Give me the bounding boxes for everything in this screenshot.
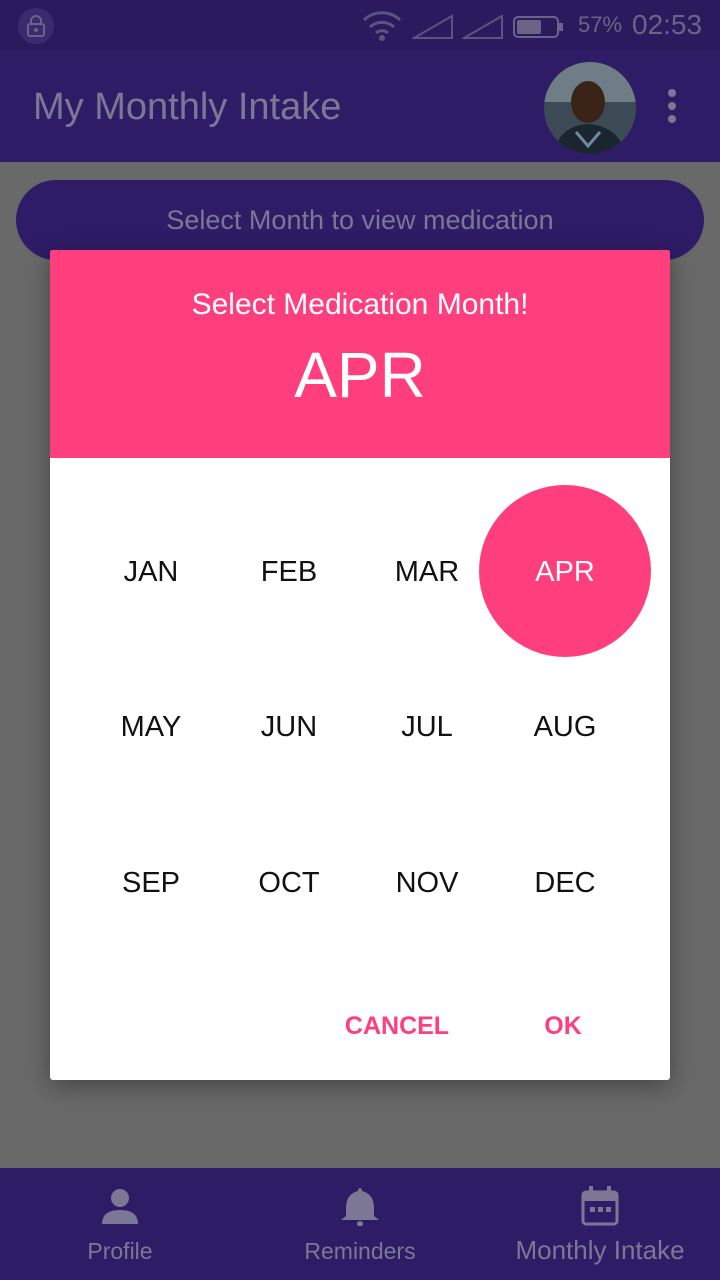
nav-item-monthly-intake[interactable]: Monthly Intake (480, 1168, 720, 1280)
nav-item-profile[interactable]: Profile (0, 1168, 240, 1280)
lock-icon (18, 8, 54, 44)
more-vert-icon[interactable] (664, 88, 680, 129)
ok-button[interactable]: OK (528, 1002, 598, 1050)
month-label: DEC (534, 867, 596, 899)
month-label: OCT (258, 867, 320, 899)
nav-label: Monthly Intake (515, 1235, 685, 1265)
select-month-button[interactable]: Select Month to view medication (16, 180, 704, 260)
nav-item-reminders[interactable]: Reminders (240, 1168, 480, 1280)
month-sep[interactable]: SEP (82, 806, 220, 961)
signal-icon (460, 14, 504, 45)
status-bar: 57% 02:53 (0, 0, 720, 50)
month-apr[interactable]: APR (479, 485, 651, 657)
month-feb[interactable]: FEB (220, 495, 358, 650)
month-oct[interactable]: OCT (220, 806, 358, 961)
month-jul[interactable]: JUL (358, 650, 496, 805)
month-picker-dialog: Select Medication Month! APR JAN FEB MAR… (50, 250, 670, 1080)
month-mar[interactable]: MAR (358, 495, 496, 650)
person-icon (0, 1186, 240, 1226)
month-jun[interactable]: JUN (220, 650, 358, 805)
month-grid: JAN FEB MAR APR MAY JUN JUL AUG SEP OCT … (82, 485, 651, 961)
month-may[interactable]: MAY (82, 650, 220, 805)
month-label: JAN (123, 556, 179, 588)
month-label: NOV (395, 867, 459, 899)
month-label: JUN (260, 711, 318, 743)
month-nov[interactable]: NOV (358, 806, 496, 961)
month-dec[interactable]: DEC (496, 806, 634, 961)
selected-month-display: APR (294, 339, 426, 411)
calendar-icon (480, 1186, 720, 1226)
page-title: My Monthly Intake (33, 86, 342, 128)
signal-icon (410, 14, 454, 45)
month-label: APR (535, 556, 595, 588)
month-label: FEB (260, 556, 318, 588)
bell-icon (240, 1186, 480, 1227)
battery-icon (513, 15, 565, 44)
month-label: SEP (121, 867, 181, 899)
cancel-button[interactable]: CANCEL (332, 1002, 462, 1050)
month-jan[interactable]: JAN (82, 495, 220, 650)
dialog-header: Select Medication Month! APR (50, 250, 670, 458)
clock: 02:53 (632, 9, 703, 40)
app-bar: My Monthly Intake (0, 50, 720, 162)
battery-percent: 57% (578, 12, 623, 37)
avatar[interactable] (544, 62, 636, 154)
month-label: MAR (394, 556, 460, 588)
month-aug[interactable]: AUG (496, 650, 634, 805)
bottom-navigation: Profile Reminders Monthly Intake (0, 1168, 720, 1280)
nav-label: Profile (87, 1238, 153, 1264)
nav-label: Reminders (304, 1238, 416, 1264)
month-label: AUG (533, 711, 597, 743)
month-label: JUL (401, 711, 453, 743)
month-label: MAY (120, 711, 182, 743)
dialog-subtitle: Select Medication Month! (191, 288, 529, 321)
wifi-icon (362, 8, 402, 47)
